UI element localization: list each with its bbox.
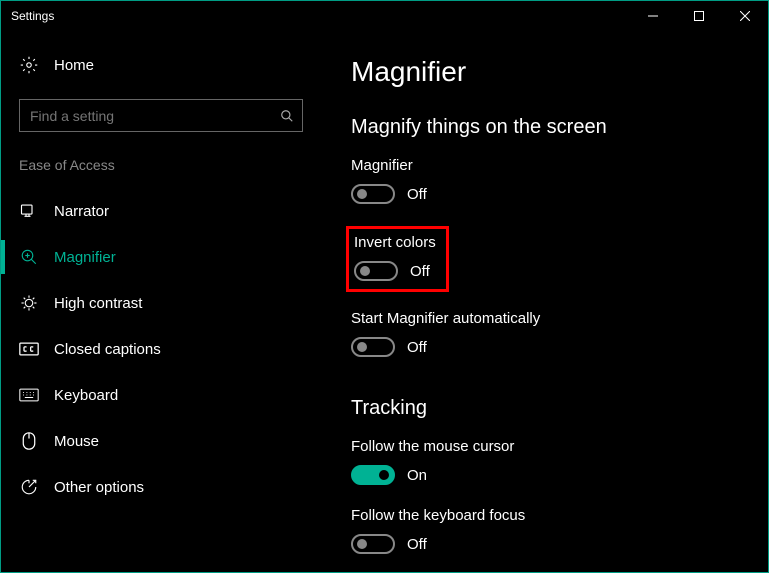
narrator-icon (19, 202, 39, 220)
page-title: Magnifier (351, 56, 738, 88)
minimize-button[interactable] (630, 1, 676, 31)
search-box[interactable] (19, 99, 303, 132)
window-title: Settings (11, 9, 54, 23)
setting-label: Invert colors (354, 234, 436, 251)
toggle-state: Off (407, 536, 427, 553)
main-panel: Magnifier Magnify things on the screen M… (321, 31, 768, 572)
setting-label: Follow the mouse cursor (351, 438, 738, 455)
toggle-invert-colors[interactable] (354, 261, 398, 281)
setting-invert-colors: Invert colors Off (354, 234, 436, 281)
sidebar: Home Ease of Access Narrator Magnifier (1, 31, 321, 572)
close-icon (740, 11, 750, 21)
close-button[interactable] (722, 1, 768, 31)
sidebar-item-magnifier[interactable]: Magnifier (1, 234, 321, 280)
keyboard-icon (19, 388, 39, 402)
setting-label: Start Magnifier automatically (351, 310, 738, 327)
other-options-icon (19, 478, 39, 496)
highlighted-setting: Invert colors Off (346, 226, 449, 292)
minimize-icon (648, 11, 658, 21)
setting-label: Follow the keyboard focus (351, 507, 738, 524)
section-heading-magnify: Magnify things on the screen (351, 116, 738, 139)
sidebar-item-label: Mouse (54, 433, 99, 450)
high-contrast-icon (19, 294, 39, 312)
closed-captions-icon (19, 342, 39, 356)
sidebar-item-keyboard[interactable]: Keyboard (1, 372, 321, 418)
maximize-button[interactable] (676, 1, 722, 31)
titlebar: Settings (1, 1, 768, 31)
sidebar-item-narrator[interactable]: Narrator (1, 188, 321, 234)
toggle-follow-mouse[interactable] (351, 465, 395, 485)
maximize-icon (694, 11, 704, 21)
gear-icon (19, 56, 39, 74)
setting-follow-keyboard: Follow the keyboard focus Off (351, 507, 738, 554)
toggle-state: Off (410, 263, 430, 280)
toggle-start-automatically[interactable] (351, 337, 395, 357)
toggle-state: Off (407, 186, 427, 203)
content: Home Ease of Access Narrator Magnifier (1, 31, 768, 572)
sidebar-item-high-contrast[interactable]: High contrast (1, 280, 321, 326)
search-icon (280, 109, 294, 123)
sidebar-item-label: Keyboard (54, 387, 118, 404)
sidebar-item-mouse[interactable]: Mouse (1, 418, 321, 464)
home-label: Home (54, 57, 94, 74)
toggle-state: On (407, 467, 427, 484)
mouse-icon (19, 432, 39, 450)
sidebar-item-label: Narrator (54, 203, 109, 220)
setting-magnifier: Magnifier Off (351, 157, 738, 204)
search-input[interactable] (30, 108, 280, 124)
sidebar-item-label: Magnifier (54, 249, 116, 266)
sidebar-item-label: Other options (54, 479, 144, 496)
magnifier-icon (19, 248, 39, 266)
setting-label: Magnifier (351, 157, 738, 174)
sidebar-item-label: Closed captions (54, 341, 161, 358)
toggle-state: Off (407, 339, 427, 356)
setting-follow-mouse: Follow the mouse cursor On (351, 438, 738, 485)
toggle-follow-keyboard[interactable] (351, 534, 395, 554)
category-heading: Ease of Access (1, 157, 321, 188)
home-button[interactable]: Home (1, 56, 321, 99)
sidebar-item-closed-captions[interactable]: Closed captions (1, 326, 321, 372)
sidebar-item-other-options[interactable]: Other options (1, 464, 321, 510)
toggle-magnifier[interactable] (351, 184, 395, 204)
sidebar-item-label: High contrast (54, 295, 142, 312)
section-heading-tracking: Tracking (351, 397, 738, 420)
setting-start-automatically: Start Magnifier automatically Off (351, 310, 738, 357)
